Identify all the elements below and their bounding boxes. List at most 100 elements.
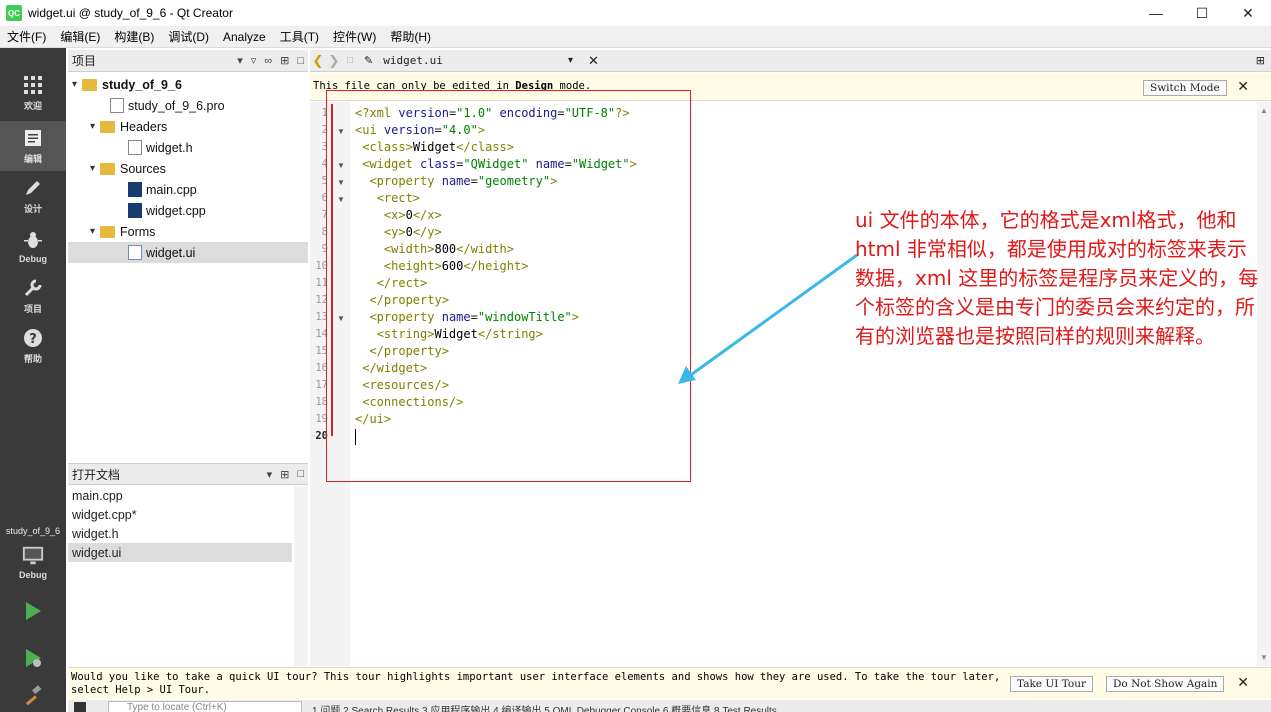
tree-node-project[interactable]: ▾ study_of_9_6 bbox=[68, 74, 308, 95]
back-arrow-icon[interactable]: ❮ bbox=[310, 53, 326, 69]
mode-design[interactable]: 设计 bbox=[0, 171, 66, 221]
close-panel-icon[interactable]: □ bbox=[297, 468, 304, 481]
mode-debug[interactable]: Debug bbox=[0, 221, 66, 271]
close-info-icon[interactable]: ✕ bbox=[1237, 78, 1249, 95]
tree-node-label: widget.h bbox=[146, 140, 193, 155]
menu-build[interactable]: 构建(B) bbox=[107, 28, 161, 45]
mode-label: 项目 bbox=[23, 304, 42, 314]
project-panel-header: 项目 ▾ ▿ ∞ ⊞ □ bbox=[68, 50, 308, 72]
mode-selector-bar: 欢迎 编辑 设计 Debug 项目 ? 帮助 study_of_9_6 Debu… bbox=[0, 48, 66, 712]
tree-node-label: study_of_9_6.pro bbox=[128, 98, 225, 113]
filter-icon[interactable]: ▿ bbox=[251, 54, 257, 67]
menu-tools[interactable]: 工具(T) bbox=[273, 28, 326, 45]
switch-mode-button[interactable]: Switch Mode bbox=[1143, 80, 1227, 96]
mode-projects[interactable]: 项目 bbox=[0, 271, 66, 321]
sidebar-toggle-icon[interactable] bbox=[74, 702, 86, 712]
split-icon[interactable]: ⊞ bbox=[1256, 54, 1265, 67]
edit-icon bbox=[22, 127, 44, 149]
editor-toolbar: ❮ ❯ □ ✎ widget.ui ▾ ✕ ⊞ bbox=[310, 50, 1271, 72]
menu-widgets[interactable]: 控件(W) bbox=[326, 28, 383, 45]
link-icon[interactable]: ∞ bbox=[264, 55, 272, 67]
tree-node-widget-h[interactable]: widget.h bbox=[68, 137, 308, 158]
run-icon bbox=[22, 600, 44, 622]
take-ui-tour-button[interactable]: Take UI Tour bbox=[1010, 676, 1093, 692]
tree-node-main-cpp[interactable]: main.cpp bbox=[68, 179, 308, 200]
status-bar: Type to locate (Ctrl+K) 1 问题 2 Search Re… bbox=[68, 700, 1271, 712]
ui-file-icon: ✎ bbox=[364, 55, 374, 67]
mode-label: 编辑 bbox=[23, 154, 42, 164]
qt-logo-icon: QC bbox=[6, 5, 22, 21]
window-title: widget.ui @ study_of_9_6 - Qt Creator bbox=[28, 6, 233, 20]
title-bar: QC widget.ui @ study_of_9_6 - Qt Creator… bbox=[0, 0, 1271, 26]
editor-scrollbar[interactable]: ▲ ▼ bbox=[1257, 102, 1271, 666]
docs-dropdown-icon[interactable]: ▾ bbox=[267, 468, 273, 481]
open-doc-item-selected[interactable]: widget.ui bbox=[68, 543, 292, 562]
kit-selector[interactable]: Debug bbox=[0, 538, 66, 586]
ui-tour-bar: Would you like to take a quick UI tour? … bbox=[68, 667, 1271, 699]
grid-icon bbox=[22, 74, 44, 96]
split-icon[interactable]: ⊞ bbox=[280, 54, 289, 67]
tree-node-widget-cpp[interactable]: widget.cpp bbox=[68, 200, 308, 221]
kit-mode-label: Debug bbox=[19, 569, 47, 580]
open-docs-list: main.cpp widget.cpp* widget.h widget.ui bbox=[68, 486, 308, 666]
file-dropdown-icon[interactable]: ▾ bbox=[568, 55, 573, 66]
expand-arrow-icon[interactable]: ▾ bbox=[90, 163, 100, 174]
kit-project-name: study_of_9_6 bbox=[5, 526, 61, 536]
run-button[interactable] bbox=[0, 596, 66, 626]
output-pane-tabs[interactable]: 1 问题 2 Search Results 3 应用程序输出 4 编译输出 5 … bbox=[312, 702, 777, 712]
expand-arrow-icon[interactable]: ▾ bbox=[72, 79, 82, 90]
svg-text:?: ? bbox=[29, 332, 37, 347]
close-file-icon[interactable]: ✕ bbox=[588, 53, 599, 69]
docs-scrollbar[interactable] bbox=[294, 486, 308, 666]
menu-debug[interactable]: 调试(D) bbox=[161, 28, 216, 45]
wrench-icon bbox=[22, 277, 44, 299]
mode-welcome[interactable]: 欢迎 bbox=[0, 68, 66, 118]
mode-edit[interactable]: 编辑 bbox=[0, 121, 66, 171]
tree-node-sources[interactable]: ▾ Sources bbox=[68, 158, 308, 179]
expand-arrow-icon[interactable]: ▾ bbox=[90, 121, 100, 132]
project-tree: ▾ study_of_9_6 study_of_9_6.pro ▾ Header… bbox=[68, 72, 308, 462]
header-file-icon bbox=[128, 140, 142, 155]
debug-run-button[interactable] bbox=[0, 643, 66, 673]
hammer-icon bbox=[22, 684, 44, 706]
folder-icon bbox=[100, 225, 115, 238]
forward-arrow-icon[interactable]: ❯ bbox=[326, 53, 342, 69]
minimize-button[interactable]: — bbox=[1133, 0, 1179, 26]
menu-edit[interactable]: 编辑(E) bbox=[53, 28, 107, 45]
tree-node-forms[interactable]: ▾ Forms bbox=[68, 221, 308, 242]
menu-help[interactable]: 帮助(H) bbox=[383, 28, 438, 45]
maximize-button[interactable]: ☐ bbox=[1179, 0, 1225, 26]
open-doc-item[interactable]: widget.h bbox=[68, 524, 292, 543]
open-docs-header: 打开文档 ▾ ⊞ □ bbox=[68, 463, 308, 485]
mode-label: 设计 bbox=[23, 204, 42, 214]
debug-run-icon bbox=[22, 647, 44, 669]
scroll-down-icon[interactable]: ▼ bbox=[1260, 653, 1268, 662]
mode-help[interactable]: ? 帮助 bbox=[0, 321, 66, 371]
tree-node-pro-file[interactable]: study_of_9_6.pro bbox=[68, 95, 308, 116]
tree-node-headers[interactable]: ▾ Headers bbox=[68, 116, 308, 137]
close-panel-icon[interactable]: □ bbox=[297, 55, 304, 67]
close-window-button[interactable]: ✕ bbox=[1225, 0, 1271, 26]
monitor-icon bbox=[22, 545, 44, 567]
current-file-name[interactable]: widget.ui bbox=[383, 54, 443, 67]
scroll-up-icon[interactable]: ▲ bbox=[1260, 106, 1268, 115]
project-panel-title: 项目 bbox=[72, 54, 97, 68]
tour-message: Would you like to take a quick UI tour? … bbox=[71, 671, 1001, 696]
do-not-show-again-button[interactable]: Do Not Show Again bbox=[1106, 676, 1225, 692]
menu-analyze[interactable]: Analyze bbox=[216, 30, 273, 44]
menu-file[interactable]: 文件(F) bbox=[0, 28, 53, 45]
build-button[interactable] bbox=[0, 680, 66, 710]
locator-input[interactable]: Type to locate (Ctrl+K) bbox=[108, 701, 302, 712]
mode-label: 欢迎 bbox=[23, 101, 42, 111]
view-select-dropdown[interactable]: ▾ bbox=[237, 54, 243, 67]
open-doc-item[interactable]: widget.cpp* bbox=[68, 505, 292, 524]
mode-label: Debug bbox=[19, 253, 47, 264]
annotation-arrow bbox=[678, 253, 858, 384]
split-icon[interactable]: ⊞ bbox=[280, 468, 289, 481]
close-tour-icon[interactable]: ✕ bbox=[1237, 674, 1249, 691]
tree-node-widget-ui[interactable]: widget.ui bbox=[68, 242, 308, 263]
pen-icon bbox=[22, 177, 44, 199]
expand-arrow-icon[interactable]: ▾ bbox=[90, 226, 100, 237]
open-doc-item[interactable]: main.cpp bbox=[68, 486, 292, 505]
bug-icon bbox=[22, 229, 44, 251]
